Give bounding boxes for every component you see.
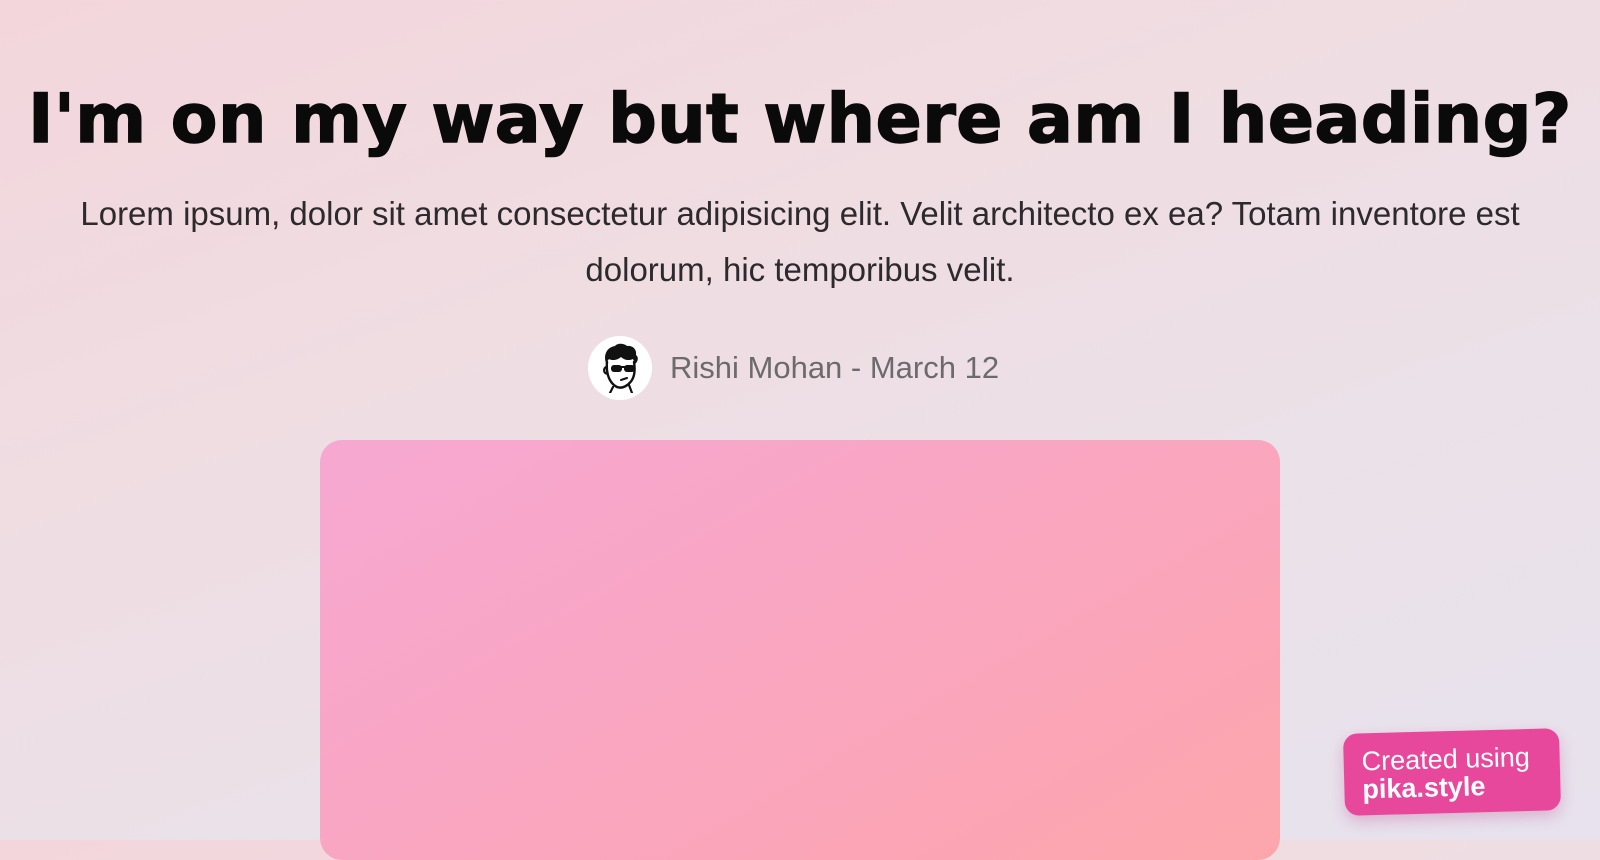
page-subtitle: Lorem ipsum, dolor sit amet consectetur …	[80, 195, 1520, 288]
page-title: I'm on my way but where am I heading?	[27, 79, 1572, 160]
author-name-date: Rishi Mohan - March 12	[670, 350, 1000, 385]
author-byline: Rishi Mohan - March 12	[588, 336, 999, 400]
created-with-badge[interactable]: Created using pika.style	[1342, 728, 1562, 816]
avatar	[588, 336, 652, 400]
hero-image	[320, 440, 1280, 860]
badge-brand: pika.style	[1362, 771, 1486, 805]
cartoon-face-sunglasses-icon	[603, 343, 638, 393]
